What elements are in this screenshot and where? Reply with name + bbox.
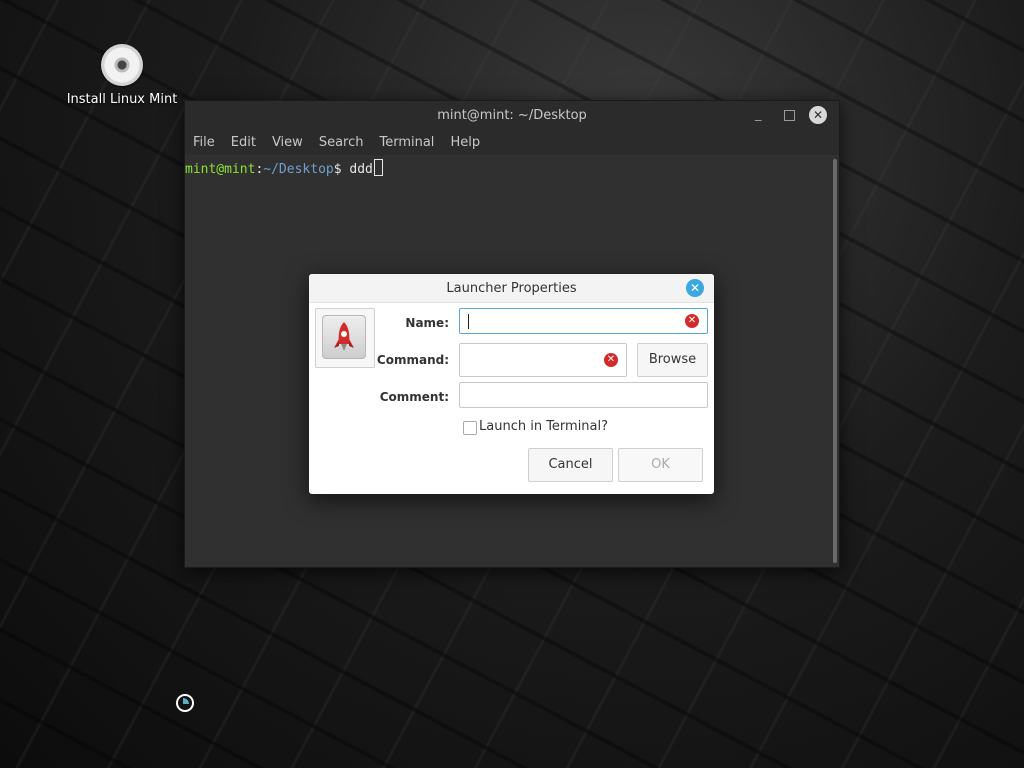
prompt-symbol: $ [333, 162, 350, 177]
menu-terminal[interactable]: Terminal [379, 135, 434, 150]
name-field[interactable]: ✕ [459, 308, 708, 334]
minimize-icon[interactable]: _ [755, 107, 762, 122]
desktop-icon-label: Install Linux Mint [66, 92, 178, 107]
name-label: Name: [405, 316, 449, 330]
menu-help[interactable]: Help [450, 135, 480, 150]
maximize-icon[interactable] [784, 110, 795, 121]
typed-command: ddd [349, 162, 373, 177]
command-label: Command: [376, 353, 449, 367]
launcher-icon-button[interactable] [315, 308, 375, 368]
clear-name-icon[interactable]: ✕ [685, 314, 699, 328]
desktop-background: Install Linux Mint mint@mint: ~/Desktop … [0, 0, 1024, 768]
terminal-menubar: File Edit View Search Terminal Help [185, 130, 839, 155]
menu-search[interactable]: Search [319, 135, 364, 150]
prompt-user: mint@mint [185, 162, 256, 177]
terminal-titlebar[interactable]: mint@mint: ~/Desktop _ ✕ [185, 101, 839, 130]
dialog-title: Launcher Properties [446, 281, 577, 296]
menu-view[interactable]: View [272, 135, 303, 150]
launch-in-terminal-checkbox[interactable] [463, 421, 477, 435]
close-icon[interactable]: ✕ [809, 106, 827, 124]
terminal-title: mint@mint: ~/Desktop [437, 108, 587, 123]
launch-in-terminal-label[interactable]: Launch in Terminal? [479, 419, 608, 434]
comment-label: Comment: [379, 390, 449, 404]
desktop-icon-install-linux-mint[interactable]: Install Linux Mint [62, 44, 182, 107]
clear-command-icon[interactable]: ✕ [604, 353, 618, 367]
disc-icon [101, 44, 143, 86]
browse-button[interactable]: Browse [637, 343, 708, 377]
loading-spinner-icon [176, 694, 194, 712]
menu-edit[interactable]: Edit [231, 135, 256, 150]
prompt-path: ~/Desktop [263, 162, 334, 177]
launcher-properties-dialog: Launcher Properties ✕ Name: ✕ Command: ✕… [309, 274, 714, 494]
menu-file[interactable]: File [193, 135, 215, 150]
terminal-scrollbar[interactable] [833, 159, 837, 563]
cancel-button[interactable]: Cancel [528, 448, 613, 482]
dialog-titlebar[interactable]: Launcher Properties ✕ [309, 274, 714, 303]
command-field[interactable]: ✕ [459, 343, 627, 377]
comment-field[interactable] [459, 382, 708, 408]
ok-button[interactable]: OK [618, 448, 703, 482]
dialog-close-icon[interactable]: ✕ [686, 279, 704, 297]
rocket-icon [322, 315, 366, 359]
text-cursor [468, 314, 469, 329]
terminal-cursor [373, 159, 383, 176]
